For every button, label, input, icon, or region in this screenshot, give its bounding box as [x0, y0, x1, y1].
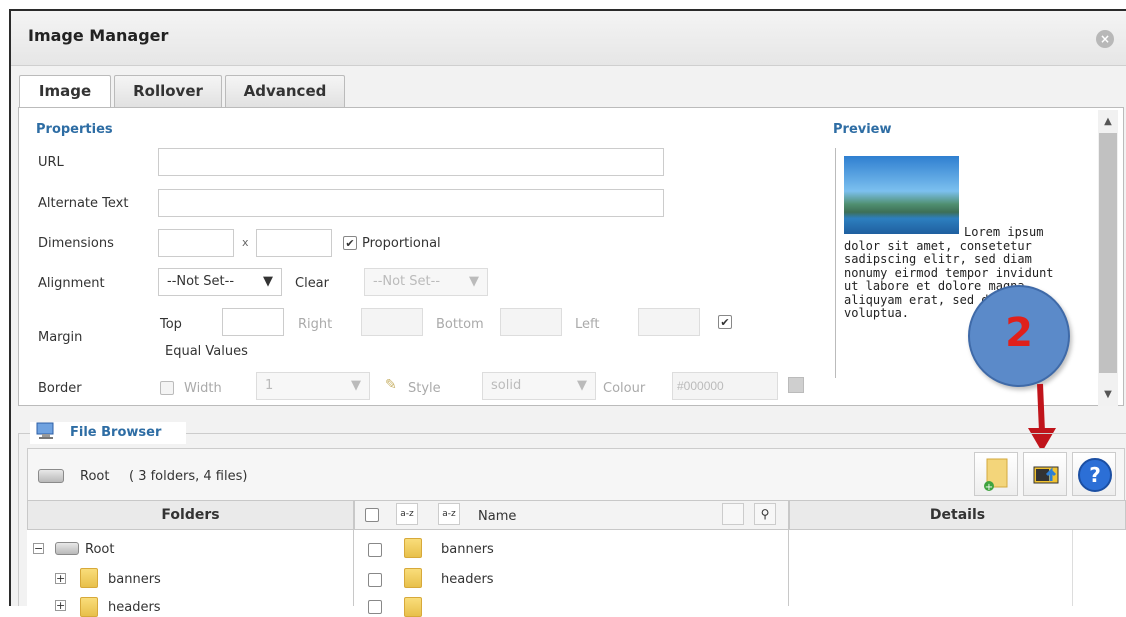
- margin-bottom-input[interactable]: [500, 308, 562, 336]
- height-input[interactable]: [256, 229, 332, 257]
- help-icon: ?: [1078, 458, 1112, 492]
- chevron-down-icon: ▼: [469, 274, 479, 289]
- margin-right-input[interactable]: [361, 308, 423, 336]
- tree-item-headers[interactable]: headers: [108, 600, 161, 615]
- scroll-up-icon[interactable]: ▲: [1098, 112, 1118, 132]
- scroll-down-icon[interactable]: ▼: [1098, 385, 1118, 405]
- clear-value: --Not Set--: [373, 274, 441, 289]
- border-label: Border: [38, 381, 82, 396]
- path-summary: ( 3 folders, 4 files): [129, 469, 248, 484]
- alt-text-input[interactable]: [158, 189, 664, 217]
- help-button[interactable]: ?: [1072, 452, 1116, 496]
- window-title: Image Manager: [28, 26, 169, 45]
- search-icon[interactable]: ⚲: [754, 503, 776, 525]
- border-width-value: 1: [265, 378, 274, 393]
- preview-heading: Preview: [833, 122, 892, 137]
- equal-values-label: Equal Values: [165, 344, 248, 359]
- chevron-down-icon: ▼: [577, 378, 587, 393]
- margin-bottom-label: Bottom: [436, 317, 484, 332]
- clear-select[interactable]: --Not Set-- ▼: [364, 268, 488, 296]
- margin-left-label: Left: [575, 317, 600, 332]
- scrollbar-thumb[interactable]: [1099, 133, 1117, 373]
- preview-image: [844, 156, 959, 234]
- drive-icon: [38, 469, 64, 483]
- tab-image[interactable]: Image: [19, 75, 111, 108]
- name-header[interactable]: Name: [478, 509, 516, 524]
- border-width-label: Width: [184, 381, 222, 396]
- colour-picker-icon[interactable]: [788, 377, 804, 393]
- tree-expand-banners[interactable]: +: [55, 573, 66, 584]
- file-item-banners[interactable]: banners: [441, 542, 494, 557]
- margin-left-input[interactable]: [638, 308, 700, 336]
- file-checkbox[interactable]: [368, 600, 382, 614]
- border-colour-label: Colour: [603, 381, 646, 396]
- tab-rollover[interactable]: Rollover: [114, 75, 222, 107]
- edit-style-icon: ✎: [385, 377, 397, 393]
- upload-icon: [1033, 466, 1059, 484]
- file-checkbox[interactable]: [368, 543, 382, 557]
- dimension-separator: x: [242, 236, 249, 249]
- alignment-select[interactable]: --Not Set-- ▼: [158, 268, 282, 296]
- details-divider: [1072, 530, 1073, 606]
- border-style-label: Style: [408, 381, 441, 396]
- file-checkbox[interactable]: [368, 573, 382, 587]
- alt-text-label: Alternate Text: [38, 196, 129, 211]
- folder-icon: [404, 597, 422, 617]
- border-checkbox[interactable]: [160, 381, 174, 395]
- svg-text:?: ?: [1089, 463, 1101, 487]
- url-label: URL: [38, 155, 64, 170]
- new-folder-icon: +: [984, 458, 1008, 493]
- dimensions-label: Dimensions: [38, 236, 114, 251]
- width-input[interactable]: [158, 229, 234, 257]
- folders-header: Folders: [27, 500, 354, 530]
- tree-collapse-root[interactable]: −: [33, 543, 44, 554]
- margin-top-input[interactable]: [222, 308, 284, 336]
- folder-icon: [404, 568, 422, 588]
- close-icon[interactable]: ×: [1096, 30, 1114, 48]
- border-style-value: solid: [491, 378, 522, 393]
- tab-advanced[interactable]: Advanced: [225, 75, 345, 107]
- view-mode-icon[interactable]: [722, 503, 744, 525]
- file-browser-icon: [36, 422, 56, 440]
- clear-label: Clear: [295, 276, 329, 291]
- tree-item-banners[interactable]: banners: [108, 572, 161, 587]
- margin-right-label: Right: [298, 317, 333, 332]
- svg-text:+: +: [985, 482, 993, 493]
- file-item-headers[interactable]: headers: [441, 572, 494, 587]
- equal-values-checkbox[interactable]: ✔: [718, 315, 732, 329]
- folder-icon: [80, 597, 98, 617]
- border-width-select[interactable]: 1 ▼: [256, 372, 370, 400]
- select-all-checkbox[interactable]: [365, 508, 379, 522]
- chevron-down-icon: ▼: [263, 274, 273, 289]
- folder-icon: [404, 538, 422, 558]
- preview-divider: [835, 148, 836, 378]
- annotation-number: 2: [1005, 310, 1033, 356]
- margin-label: Margin: [38, 330, 83, 345]
- title-bar: [11, 11, 1126, 66]
- tree-item-root[interactable]: Root: [85, 542, 114, 557]
- proportional-checkbox[interactable]: ✔: [343, 236, 357, 250]
- alignment-label: Alignment: [38, 276, 105, 291]
- border-colour-input[interactable]: [672, 372, 778, 400]
- upload-button[interactable]: [1023, 452, 1067, 496]
- details-header: Details: [789, 500, 1126, 530]
- properties-heading: Properties: [36, 122, 113, 137]
- border-style-select[interactable]: solid ▼: [482, 372, 596, 400]
- sort-az-icon[interactable]: a-z: [396, 503, 418, 525]
- chevron-down-icon: ▼: [351, 378, 361, 393]
- path-name: Root: [80, 469, 110, 484]
- root-drive-icon: [55, 542, 79, 555]
- new-folder-button[interactable]: +: [974, 452, 1018, 496]
- folder-icon: [80, 568, 98, 588]
- alignment-value: --Not Set--: [167, 274, 235, 289]
- sort-za-icon[interactable]: a-z: [438, 503, 460, 525]
- file-browser-title: File Browser: [70, 425, 162, 440]
- url-input[interactable]: [158, 148, 664, 176]
- details-pane: [789, 530, 1126, 606]
- margin-top-label: Top: [160, 317, 182, 332]
- proportional-label: Proportional: [362, 236, 441, 251]
